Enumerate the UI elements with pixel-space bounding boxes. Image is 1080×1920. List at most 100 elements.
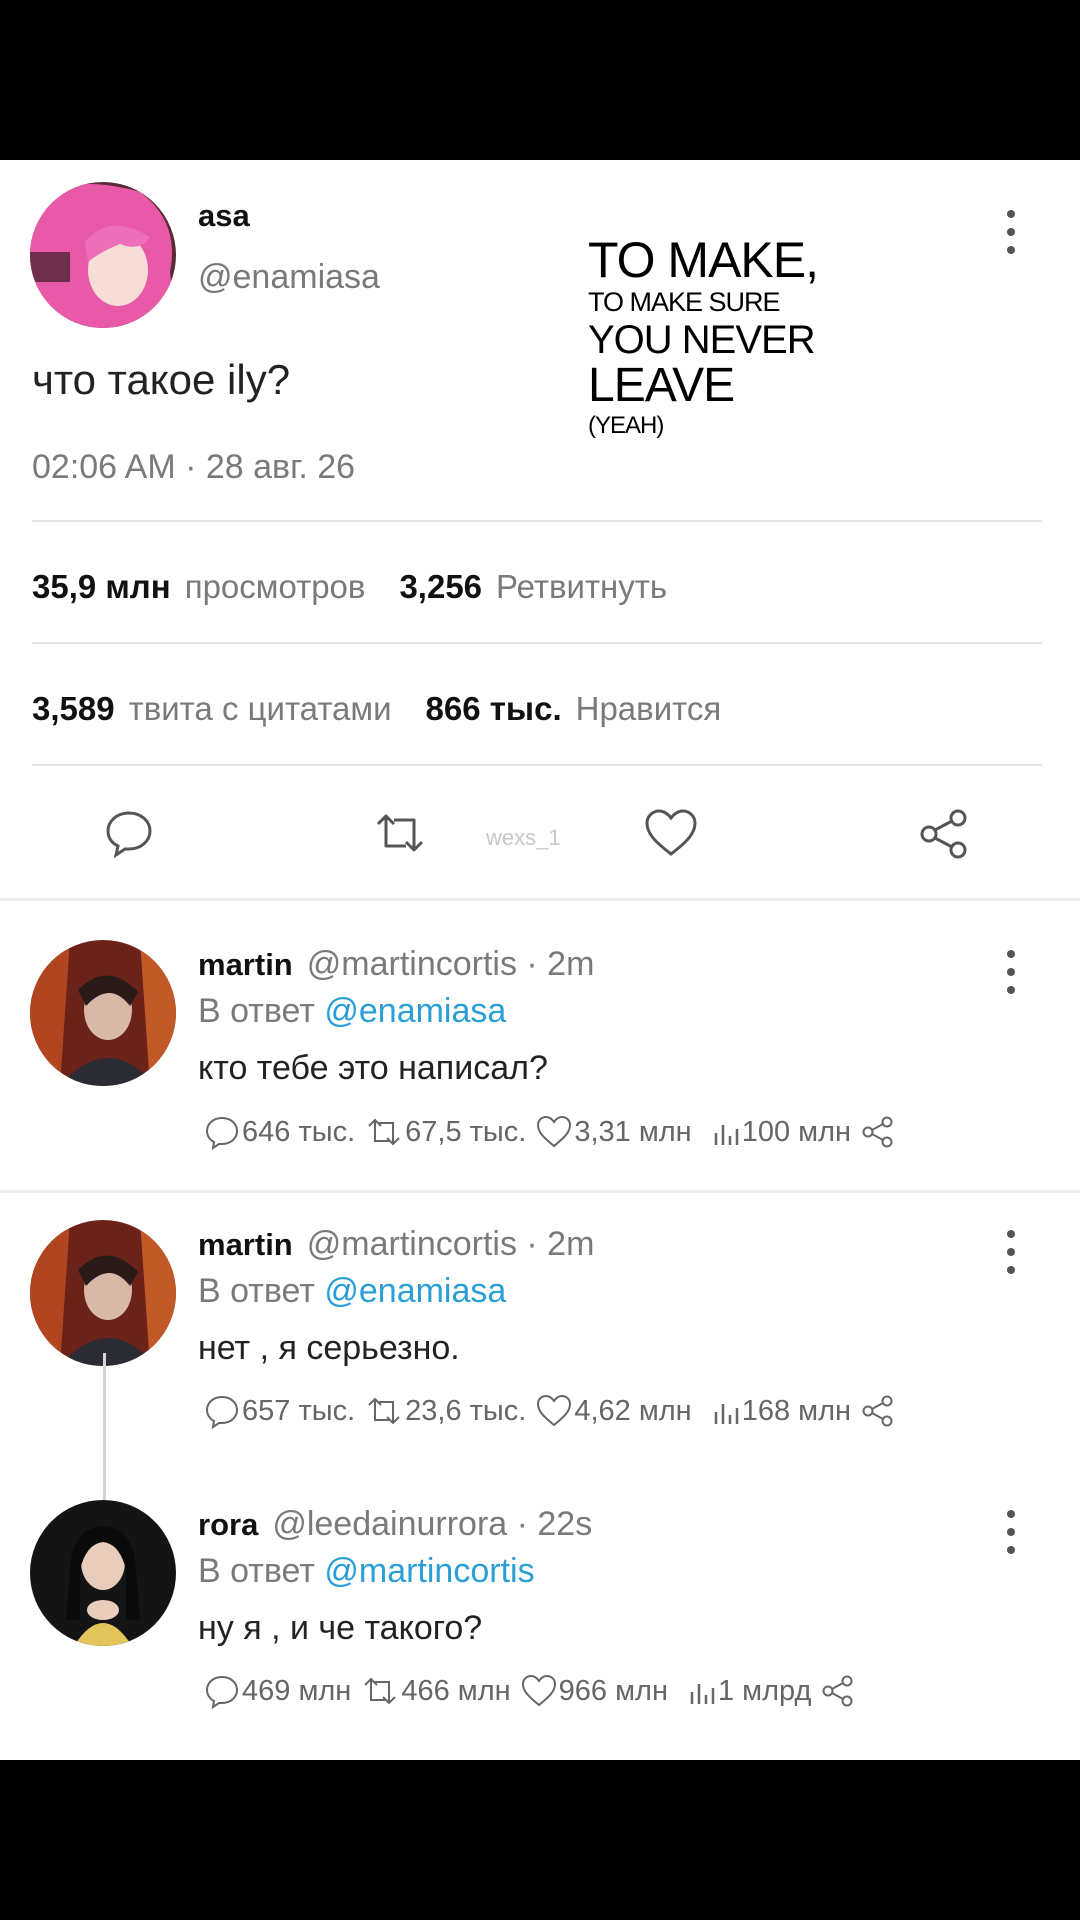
overlay-line: TO MAKE SURE xyxy=(588,287,781,317)
reply-icon[interactable] xyxy=(104,808,154,858)
reply-mention-link[interactable]: @enamiasa xyxy=(324,1272,506,1310)
like-icon xyxy=(537,1394,572,1427)
share-button[interactable] xyxy=(821,1674,857,1708)
reply-text: кто тебе это написал? xyxy=(198,1049,548,1087)
views-count[interactable]: 1 млрд xyxy=(688,1675,811,1708)
retweet-icon xyxy=(368,1397,400,1425)
share-icon xyxy=(822,1675,853,1707)
tweet-timestamp[interactable]: 02:06 AM · 28 авг. 26 xyxy=(32,448,355,487)
reply-to-line: В ответ @martincortis xyxy=(198,1552,535,1591)
overlay-line: YOU NEVER xyxy=(588,318,816,362)
reply-author-handle[interactable]: @martincortis · 2m xyxy=(307,1225,595,1263)
like-count-value: 966 млн xyxy=(558,1674,668,1707)
tweet-screen: asa @enamiasa TO MAKE, TO MAKE SURE YOU … xyxy=(0,160,1080,1760)
reply-count-value: 657 тыс. xyxy=(242,1394,356,1427)
likes-label[interactable]: Нравится xyxy=(576,690,722,728)
avatar-martin[interactable] xyxy=(30,940,176,1086)
retweet-icon[interactable] xyxy=(372,810,428,856)
avatar-rora[interactable] xyxy=(30,1500,176,1646)
reply-header: martin @martincortis · 2m xyxy=(198,945,594,984)
retweet-icon xyxy=(368,1118,400,1146)
divider xyxy=(32,642,1042,644)
reply-header: martin @martincortis · 2m xyxy=(198,1225,594,1264)
retweets-label[interactable]: Ретвитнуть xyxy=(496,568,667,606)
likes-count[interactable]: 866 тыс. xyxy=(426,690,562,728)
reply-mention-link[interactable]: @martincortis xyxy=(324,1552,534,1590)
retweet-count[interactable]: 67,5 тыс. xyxy=(365,1116,526,1149)
tweet-text: что такое ily? xyxy=(32,356,291,403)
reply-author-name[interactable]: martin xyxy=(198,1227,293,1262)
quotes-count[interactable]: 3,589 xyxy=(32,690,115,728)
stats-row-quotes: 3,589 твита с цитатами 866 тыс. Нравится xyxy=(32,690,755,728)
views-count-value: 1 млрд xyxy=(717,1674,812,1707)
like-count-value: 3,31 млн xyxy=(574,1115,692,1148)
share-icon xyxy=(862,1116,893,1148)
more-icon[interactable] xyxy=(999,210,1023,254)
divider xyxy=(32,764,1042,766)
reply-count-value: 469 млн xyxy=(242,1674,352,1707)
quotes-label[interactable]: твита с цитатами xyxy=(129,690,392,728)
share-icon[interactable] xyxy=(918,808,970,860)
views-count[interactable]: 100 млн xyxy=(712,1116,851,1149)
views-count-value: 168 млн xyxy=(741,1394,852,1427)
retweet-count[interactable]: 466 млн xyxy=(361,1674,511,1708)
share-button[interactable] xyxy=(861,1115,897,1149)
views-label: просмотров xyxy=(184,568,366,605)
share-button[interactable] xyxy=(861,1394,897,1428)
reply-author-handle[interactable]: @martincortis · 2m xyxy=(307,945,595,983)
more-icon[interactable] xyxy=(999,950,1023,994)
overlay-line: LEAVE xyxy=(588,359,735,412)
reply-author-handle[interactable]: @leedainurrora · 22s xyxy=(272,1505,592,1543)
avatar-martin[interactable] xyxy=(30,1220,176,1366)
reply-to-label: В ответ xyxy=(198,1272,315,1310)
reply-count-value: 646 тыс. xyxy=(242,1115,356,1148)
like-count[interactable]: 3,31 млн xyxy=(536,1115,692,1149)
retweet-icon xyxy=(364,1677,397,1705)
reply-count[interactable]: 646 тыс. xyxy=(204,1114,355,1150)
like-icon[interactable] xyxy=(644,808,698,858)
retweet-count[interactable]: 23,6 тыс. xyxy=(365,1395,526,1428)
retweets-count[interactable]: 3,256 xyxy=(399,568,482,606)
views-count-value: 100 млн xyxy=(741,1115,852,1148)
reply-mention-link[interactable]: @enamiasa xyxy=(324,992,506,1030)
reply-metrics: 646 тыс. 67,5 тыс. 3,31 млн 100 млн xyxy=(204,1114,907,1150)
reply-to-line: В ответ @enamiasa xyxy=(198,1272,506,1311)
section-divider xyxy=(0,898,1080,901)
reply-to-label: В ответ xyxy=(198,1552,315,1590)
reply-to-line: В ответ @enamiasa xyxy=(198,992,506,1031)
like-count[interactable]: 966 млн xyxy=(521,1674,668,1708)
reply-text: ну я , и че такого? xyxy=(198,1609,483,1647)
overlay-line: (YEAH) xyxy=(588,412,664,439)
reply-icon xyxy=(205,1395,239,1429)
like-count-value: 4,62 млн xyxy=(574,1394,692,1427)
views-count: 35,9 млн xyxy=(32,568,171,605)
like-count[interactable]: 4,62 млн xyxy=(536,1394,692,1428)
reply-metrics: 657 тыс. 23,6 тыс. 4,62 млн 168 млн xyxy=(204,1393,907,1429)
reply-count[interactable]: 469 млн xyxy=(204,1673,351,1709)
reply-icon xyxy=(205,1675,239,1709)
more-icon[interactable] xyxy=(999,1510,1023,1554)
watermark: wexs_1 xyxy=(486,825,561,850)
more-icon[interactable] xyxy=(999,1230,1023,1274)
views-icon xyxy=(714,1404,738,1424)
reply-author-name[interactable]: martin xyxy=(198,947,293,982)
reply-count[interactable]: 657 тыс. xyxy=(204,1393,355,1429)
divider xyxy=(32,520,1042,522)
reply-text: нет , я серьезно. xyxy=(198,1329,460,1367)
reply-metrics: 469 млн 466 млн 966 млн 1 млрд xyxy=(204,1673,867,1709)
views-count[interactable]: 168 млн xyxy=(712,1395,851,1428)
overlay-line: TO MAKE, xyxy=(588,232,819,288)
retweet-count-value: 67,5 тыс. xyxy=(405,1115,527,1148)
lyrics-overlay: TO MAKE, TO MAKE SURE YOU NEVER LEAVE (Y… xyxy=(588,232,819,439)
stats-row-views: 35,9 млн просмотров 3,256 Ретвитнуть xyxy=(32,568,701,606)
avatar-asa[interactable] xyxy=(30,182,176,328)
author-handle[interactable]: @enamiasa xyxy=(198,258,380,297)
retweet-count-value: 23,6 тыс. xyxy=(405,1394,527,1427)
reply-icon xyxy=(205,1116,239,1150)
reply-to-label: В ответ xyxy=(198,992,315,1030)
reply-author-name[interactable]: rora xyxy=(198,1507,258,1542)
views-icon xyxy=(714,1125,738,1145)
like-icon xyxy=(521,1674,556,1707)
author-name[interactable]: asa xyxy=(198,198,250,234)
retweet-count-value: 466 млн xyxy=(401,1674,511,1707)
